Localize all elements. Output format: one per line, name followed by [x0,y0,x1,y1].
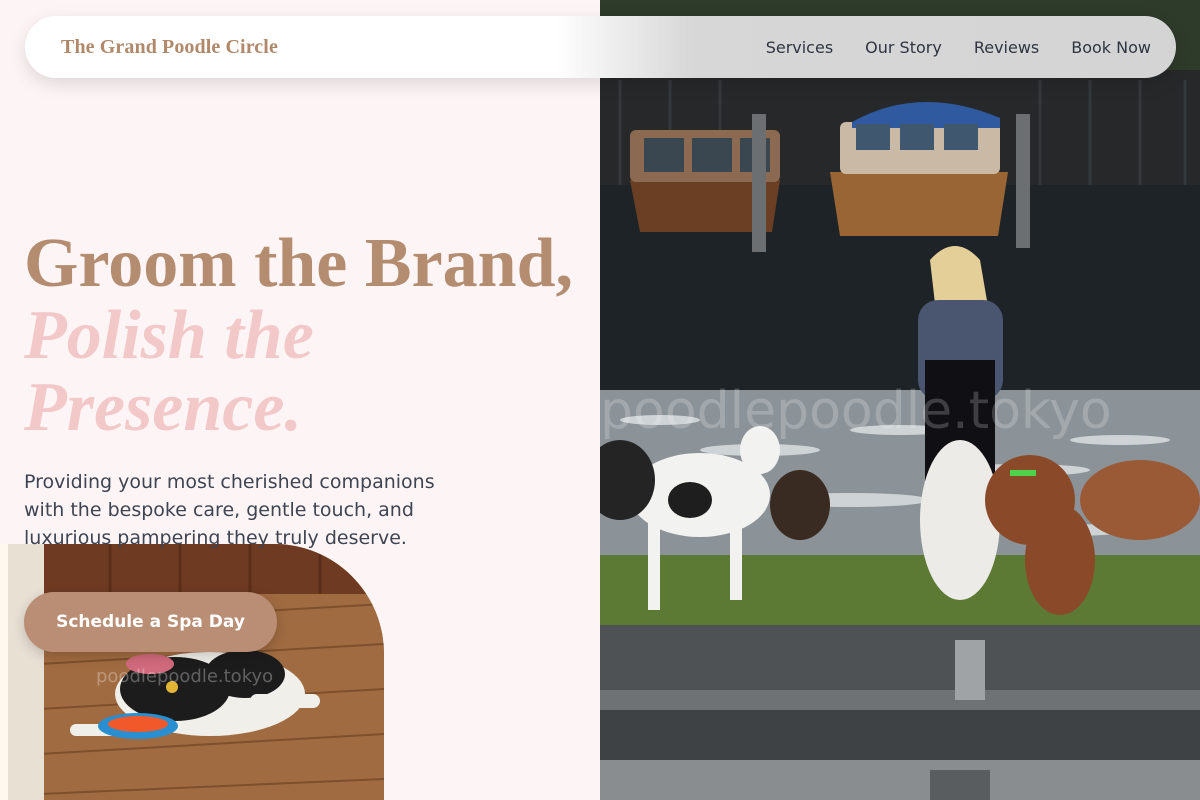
watermark-text: poodlepoodle.tokyo [96,666,273,687]
hero-headline: Groom the Brand, Polish the Presence. [24,228,604,444]
headline-line-1: Groom the Brand, [24,225,573,302]
headline-line-2: Polish the [24,297,314,374]
hero-description: Providing your most cherished companions… [24,471,435,549]
nav-link-book-now[interactable]: Book Now [1071,38,1151,57]
brand-logo-text[interactable]: The Grand Poodle Circle [61,36,278,59]
nav-link-reviews[interactable]: Reviews [974,38,1039,57]
dog-resting-photo: poodlepoodle.tokyo [0,544,384,800]
headline-line-3: Presence. [24,369,302,446]
nav-links: Services Our Story Reviews Book Now [766,38,1151,57]
top-navbar: The Grand Poodle Circle Services Our Sto… [25,16,1176,78]
nav-link-our-story[interactable]: Our Story [865,38,942,57]
watermark-text: poodlepoodle.tokyo [600,381,1112,441]
schedule-spa-day-button[interactable]: Schedule a Spa Day [24,592,277,652]
hero-photo-dogs-by-water: poodlepoodle.tokyo [600,0,1200,800]
nav-link-services[interactable]: Services [766,38,833,57]
